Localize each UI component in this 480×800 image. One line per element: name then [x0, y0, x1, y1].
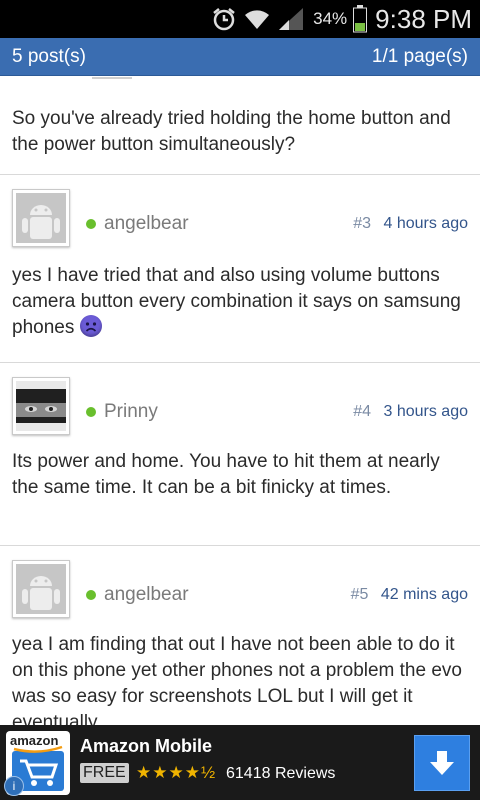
wifi-icon [243, 7, 271, 31]
free-badge: FREE [80, 763, 129, 783]
post-meta: #5 42 mins ago [351, 586, 468, 604]
battery-icon [353, 5, 368, 33]
ad-info-icon[interactable]: i [4, 776, 24, 796]
posts-count: 5 post(s) [12, 45, 86, 67]
post-item[interactable]: So you've already tried holding the home… [0, 77, 480, 175]
online-status-icon [86, 590, 96, 600]
post-body: yea I am finding that out I have not bee… [12, 632, 468, 725]
clipped-content [92, 77, 132, 79]
ad-banner[interactable]: amazon Amazon Mobile FREE ★★★★½ 61418 Re… [0, 725, 480, 800]
ad-title: Amazon Mobile [80, 736, 213, 756]
rating-stars-icon: ★★★★½ [136, 763, 217, 782]
post-number: #3 [353, 215, 372, 232]
post-time: 3 hours ago [383, 403, 468, 420]
post-item[interactable]: Prinny #4 3 hours ago Its power and home… [0, 373, 480, 546]
download-button[interactable] [414, 735, 470, 791]
avatar[interactable] [12, 377, 70, 435]
post-body: yes I have tried that and also using vol… [12, 263, 468, 353]
post-header: angelbear #3 4 hours ago [12, 185, 468, 251]
review-count: 61418 Reviews [226, 765, 336, 782]
post-meta: #4 3 hours ago [353, 403, 468, 421]
post-item[interactable]: angelbear #5 42 mins ago yea I am findin… [0, 556, 480, 725]
online-status-icon [86, 407, 96, 417]
android-avatar-icon [16, 193, 66, 243]
thread-header: 5 post(s) 1/1 page(s) [0, 38, 480, 76]
post-body: Its power and home. You have to hit them… [12, 449, 468, 513]
avatar[interactable] [12, 560, 70, 618]
post-time: 4 hours ago [383, 215, 468, 232]
username[interactable]: Prinny [104, 401, 158, 423]
sad-face-icon [80, 315, 103, 337]
post-header: Prinny #4 3 hours ago [12, 373, 468, 439]
signal-icon [277, 6, 305, 32]
post-list[interactable]: So you've already tried holding the home… [0, 77, 480, 725]
post-header: angelbear #5 42 mins ago [12, 556, 468, 622]
username[interactable]: angelbear [104, 584, 189, 606]
battery-percent: 34% [313, 9, 348, 28]
alarm-icon [211, 6, 237, 32]
post-text: Its power and home. You have to hit them… [12, 451, 440, 498]
online-status-icon [86, 219, 96, 229]
post-text: So you've already tried holding the home… [12, 108, 451, 155]
post-number: #5 [350, 586, 369, 603]
post-text: yes I have tried that and also using vol… [12, 263, 468, 341]
clock: 9:38 PM [375, 3, 472, 34]
post-time: 42 mins ago [380, 586, 468, 603]
status-bar: 34% 9:38 PM [0, 0, 480, 38]
user-photo-avatar [16, 381, 66, 431]
post-number: #4 [353, 403, 372, 420]
avatar[interactable] [12, 189, 70, 247]
android-avatar-icon [16, 564, 66, 614]
post-item[interactable]: angelbear #3 4 hours ago yes I have trie… [0, 185, 480, 363]
page-indicator[interactable]: 1/1 page(s) [372, 46, 468, 68]
username[interactable]: angelbear [104, 213, 189, 235]
download-arrow-icon [430, 751, 454, 775]
post-text: yea I am finding that out I have not bee… [12, 634, 462, 725]
post-text-content: yes I have tried that and also using vol… [12, 265, 461, 338]
post-meta: #3 4 hours ago [353, 215, 468, 233]
